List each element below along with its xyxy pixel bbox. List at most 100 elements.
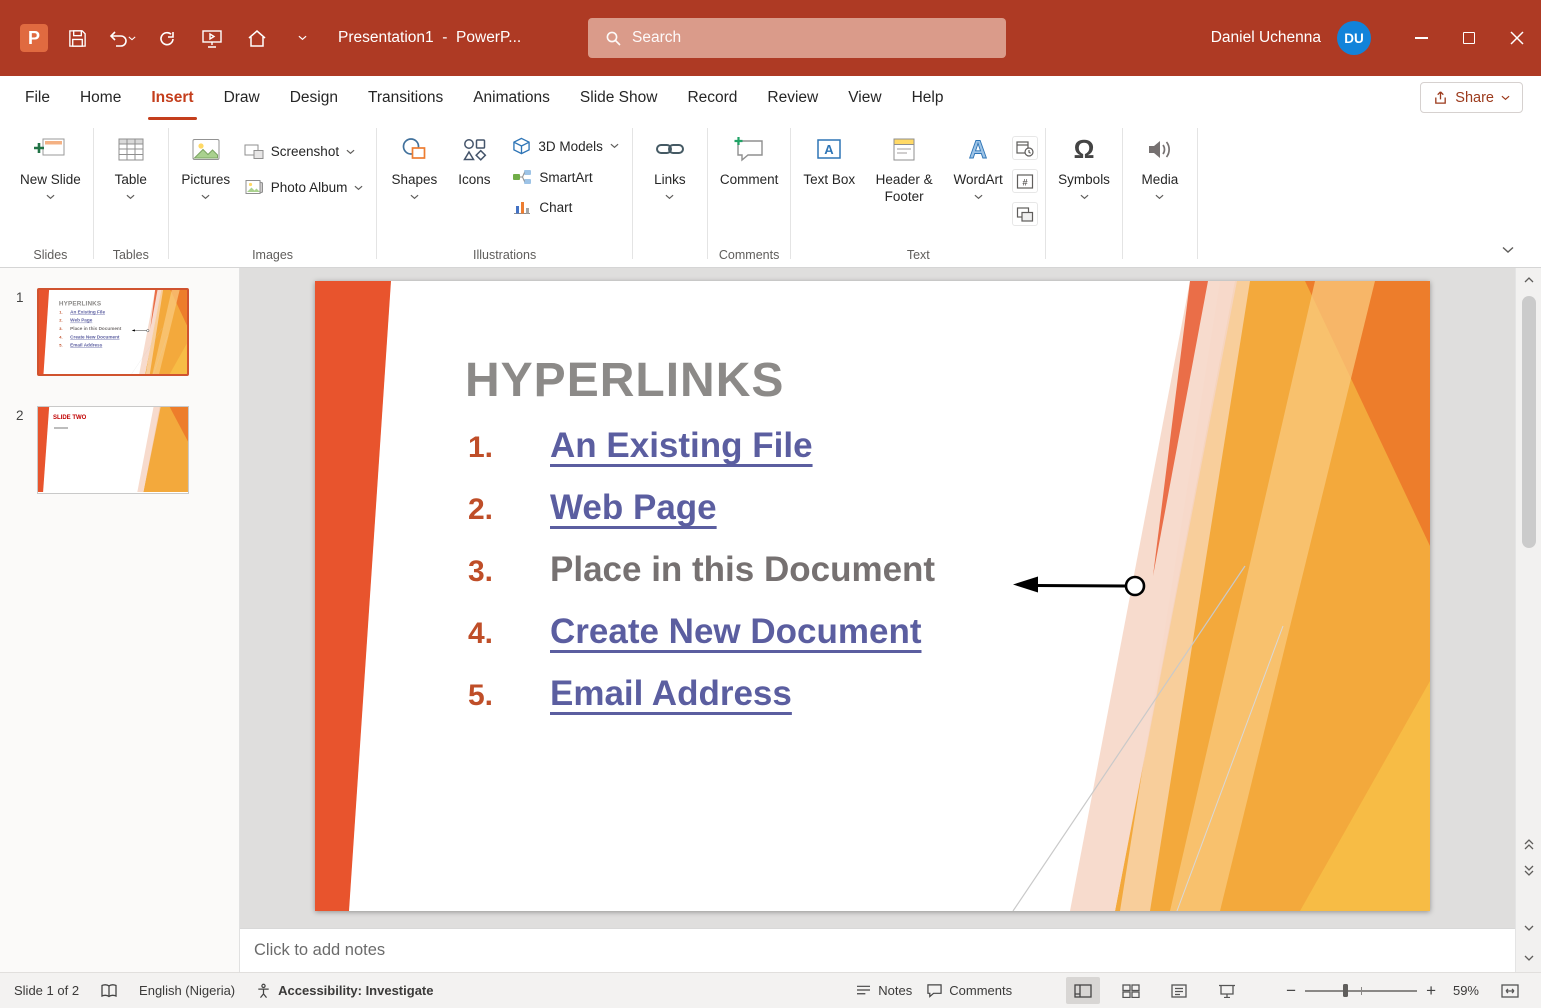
chevron-down-icon — [610, 143, 619, 149]
pictures-button[interactable]: Pictures — [176, 126, 236, 202]
undo-dropdown-chevron-icon — [128, 36, 136, 41]
maximize-button[interactable] — [1445, 0, 1493, 76]
screenshot-button[interactable]: Screenshot — [238, 140, 370, 163]
tab-slide-show[interactable]: Slide Show — [565, 76, 673, 120]
3d-models-button[interactable]: 3D Models — [506, 134, 625, 158]
tab-review[interactable]: Review — [752, 76, 833, 120]
tab-help[interactable]: Help — [897, 76, 959, 120]
object-button[interactable] — [1012, 202, 1038, 226]
search-box[interactable] — [588, 18, 1006, 58]
ribbon-group-links: Links — [633, 122, 707, 267]
hyperlink-create-new-document[interactable]: Create New Document — [550, 612, 921, 652]
slide-thumbnail-1[interactable]: HYPERLINKS 1. An Existing File 2. Web Pa… — [37, 288, 189, 376]
accessibility-person-icon — [255, 983, 272, 999]
hyperlink-an-existing-file[interactable]: An Existing File — [70, 309, 105, 314]
text-place-in-this-document[interactable]: Place in this Document — [70, 326, 121, 331]
notes-toggle-button[interactable]: Notes — [855, 983, 912, 998]
zoom-slider-thumb[interactable] — [1343, 984, 1348, 997]
spell-check-button[interactable] — [99, 983, 119, 999]
powerpoint-logo-icon[interactable]: P — [20, 24, 48, 52]
account-avatar[interactable]: DU — [1337, 21, 1371, 55]
text-box-button[interactable]: A Text Box — [798, 126, 860, 191]
svg-text:A: A — [825, 142, 835, 157]
date-time-button[interactable] — [1012, 136, 1038, 160]
symbols-button[interactable]: Ω Symbols — [1053, 126, 1115, 202]
undo-button[interactable] — [106, 22, 138, 54]
text-place-in-this-document[interactable]: Place in this Document — [550, 550, 935, 590]
scroll-down-button[interactable] — [1516, 918, 1541, 938]
table-button[interactable]: Table — [101, 126, 161, 202]
list-number: 5. — [59, 343, 66, 348]
minimize-icon — [1415, 37, 1428, 39]
chevron-down-icon — [974, 194, 983, 200]
accessibility-checker[interactable]: Accessibility: Investigate — [255, 983, 433, 999]
zoom-out-button[interactable]: − — [1286, 982, 1296, 999]
wordart-button[interactable]: A WordArt — [948, 126, 1008, 202]
illustrations-small-buttons: 3D Models SmartArt Chart — [506, 126, 625, 218]
slide-canvas[interactable]: HYPERLINKS 1. An Existing File 2. Web Pa… — [315, 281, 1430, 911]
slide-title[interactable]: HYPERLINKS — [465, 353, 784, 408]
slide-indicator[interactable]: Slide 1 of 2 — [14, 983, 79, 998]
fit-slide-to-window-button[interactable] — [1493, 977, 1527, 1004]
hyperlink-an-existing-file[interactable]: An Existing File — [550, 426, 813, 466]
slide-canvas[interactable]: HYPERLINKS 1. An Existing File 2. Web Pa… — [39, 290, 187, 374]
view-reading-button[interactable] — [1162, 977, 1196, 1004]
maximize-icon — [1463, 32, 1475, 44]
slide-number-button[interactable]: # — [1012, 169, 1038, 193]
minimize-button[interactable] — [1397, 0, 1445, 76]
links-button[interactable]: Links — [640, 126, 700, 202]
view-slide-sorter-button[interactable] — [1114, 977, 1148, 1004]
arrow-annotation[interactable] — [1005, 568, 1155, 604]
hyperlink-create-new-document[interactable]: Create New Document — [70, 334, 119, 339]
tab-record[interactable]: Record — [672, 76, 752, 120]
view-normal-button[interactable] — [1066, 977, 1100, 1004]
slide-title[interactable]: HYPERLINKS — [59, 300, 101, 307]
arrow-annotation[interactable] — [131, 328, 151, 333]
next-slide-button[interactable] — [1516, 860, 1541, 880]
close-button[interactable] — [1493, 0, 1541, 76]
hyperlink-web-page[interactable]: Web Page — [70, 318, 92, 323]
language-selector[interactable]: English (Nigeria) — [139, 983, 235, 998]
start-slideshow-button[interactable] — [196, 22, 228, 54]
photo-album-button[interactable]: Photo Album — [238, 176, 370, 199]
notes-pane[interactable]: Click to add notes — [240, 928, 1515, 972]
collapse-ribbon-button[interactable] — [1495, 241, 1521, 259]
comments-toggle-button[interactable]: Comments — [926, 983, 1012, 998]
icons-button[interactable]: Icons — [444, 126, 504, 191]
media-button[interactable]: Media — [1130, 126, 1190, 202]
scrollbar-thumb[interactable] — [1522, 296, 1536, 548]
tab-view[interactable]: View — [833, 76, 896, 120]
tab-design[interactable]: Design — [275, 76, 353, 120]
header-footer-button[interactable]: Header & Footer — [860, 126, 948, 208]
share-button[interactable]: Share — [1420, 82, 1523, 113]
tab-insert[interactable]: Insert — [136, 76, 208, 120]
shapes-button[interactable]: Shapes — [384, 126, 444, 202]
hyperlink-email-address[interactable]: Email Address — [70, 342, 102, 347]
smartart-button[interactable]: SmartArt — [506, 166, 625, 188]
tab-draw[interactable]: Draw — [209, 76, 275, 120]
images-small-buttons: Screenshot Photo Album — [238, 126, 370, 199]
save-button[interactable] — [61, 22, 93, 54]
slide-thumbnail-2[interactable]: SLIDE TWO — [37, 406, 189, 494]
tab-file[interactable]: File — [10, 76, 65, 120]
ribbon-tab-bar: File Home Insert Draw Design Transitions… — [0, 76, 1541, 120]
comment-button[interactable]: Comment — [715, 126, 784, 191]
previous-slide-button[interactable] — [1516, 834, 1541, 854]
home-button[interactable] — [241, 22, 273, 54]
notes-scroll-down-button[interactable] — [1516, 948, 1541, 968]
customize-qat-button[interactable] — [286, 22, 318, 54]
zoom-in-button[interactable]: + — [1426, 982, 1436, 999]
zoom-slider[interactable] — [1305, 990, 1417, 992]
hyperlink-email-address[interactable]: Email Address — [550, 674, 792, 714]
view-slide-show-button[interactable] — [1210, 977, 1244, 1004]
chart-button[interactable]: Chart — [506, 196, 625, 218]
zoom-percentage[interactable]: 59% — [1445, 983, 1479, 998]
tab-transitions[interactable]: Transitions — [353, 76, 458, 120]
tab-home[interactable]: Home — [65, 76, 136, 120]
hyperlink-web-page[interactable]: Web Page — [550, 488, 717, 528]
redo-button[interactable] — [151, 22, 183, 54]
new-slide-button[interactable]: New Slide — [15, 126, 86, 202]
search-input[interactable] — [632, 29, 962, 47]
scroll-up-button[interactable] — [1516, 270, 1541, 290]
tab-animations[interactable]: Animations — [458, 76, 565, 120]
